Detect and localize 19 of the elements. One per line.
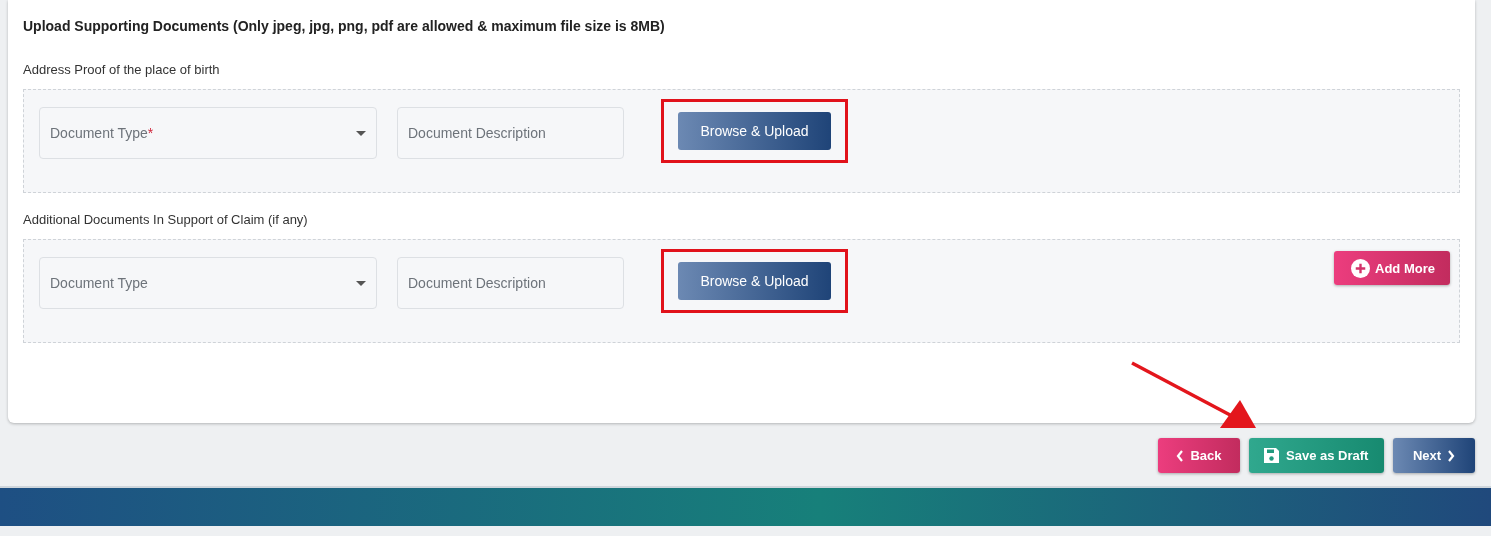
required-mark: * <box>147 125 154 141</box>
section-label: Additional Documents In Support of Claim (if any) <box>23 212 308 227</box>
chevron-right-icon <box>1447 449 1456 462</box>
plus-icon <box>1351 258 1370 278</box>
add-more-button[interactable]: Add More <box>1334 251 1450 285</box>
back-button[interactable]: Back <box>1158 438 1240 473</box>
document-description-field[interactable]: Document Description <box>397 257 624 309</box>
document-type-dropdown[interactable]: Document Type* <box>39 107 377 159</box>
chevron-left-icon <box>1176 449 1185 462</box>
section-heading: Upload Supporting Documents (Only jpeg, jpg, png, pdf are allowed & maximum file size is 8MB) <box>23 18 665 34</box>
save-button[interactable]: Save as Draft <box>1249 438 1384 473</box>
caret-icon <box>356 280 366 286</box>
section-label: Address Proof of the place of birth <box>23 62 220 77</box>
browse-upload-button[interactable]: Browse & Upload <box>678 262 831 300</box>
next-button[interactable]: Next <box>1393 438 1475 473</box>
browse-upload-button[interactable]: Browse & Upload <box>678 112 831 150</box>
document-description-field[interactable]: Document Description <box>397 107 624 159</box>
document-type-dropdown[interactable]: Document Type <box>39 257 377 309</box>
caret-icon <box>356 130 366 136</box>
